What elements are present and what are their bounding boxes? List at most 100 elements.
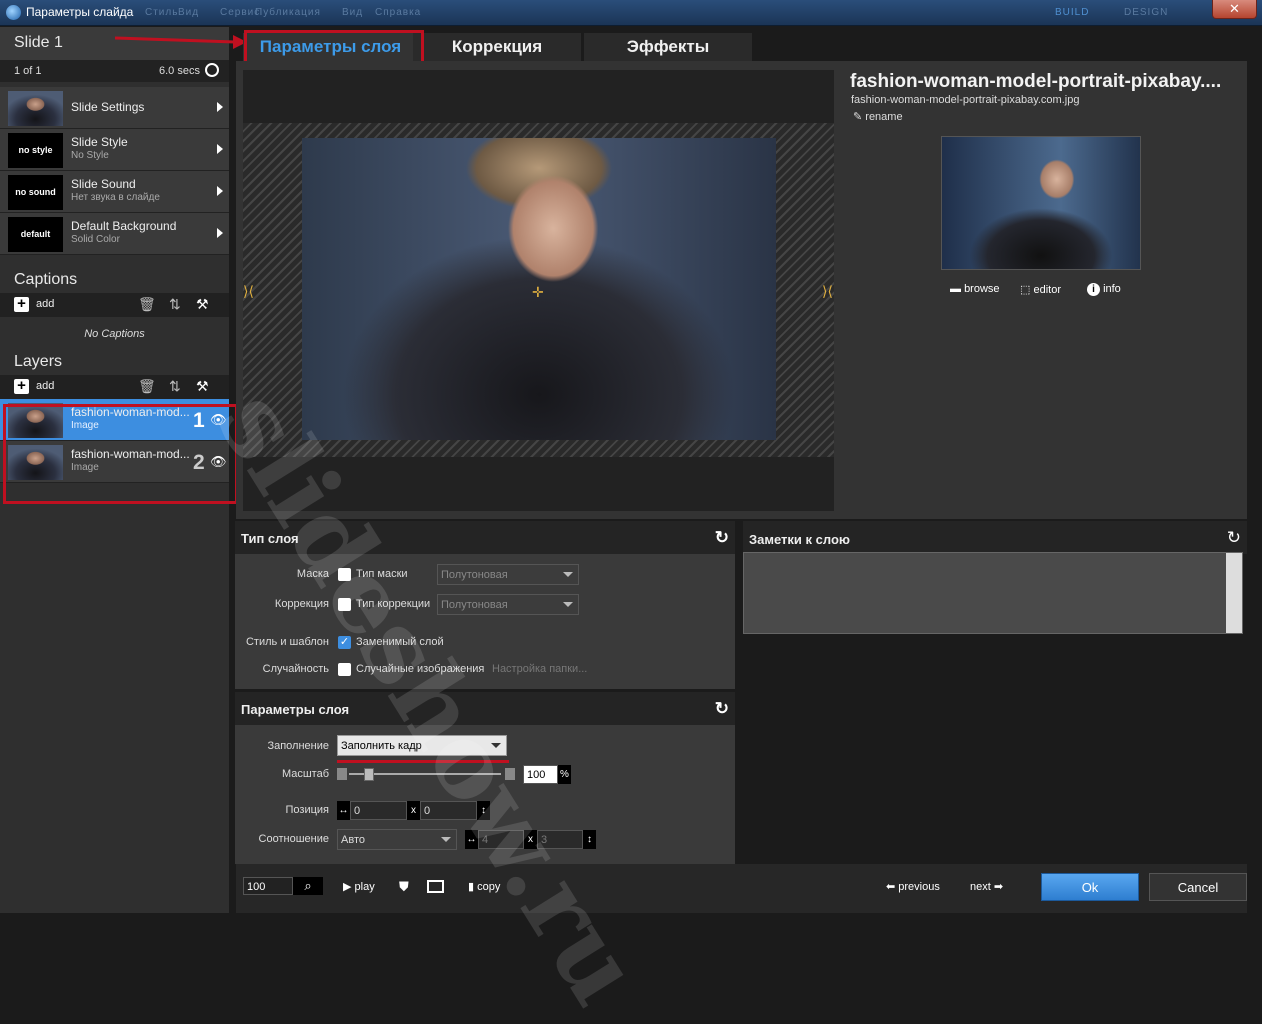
tools-icon[interactable]: ⚒ [196,296,209,313]
layers-add-button[interactable]: add [36,380,54,392]
slide-style-value: No Style [71,150,109,161]
next-button[interactable]: next ➡ [970,880,1003,893]
slide-info-bar: 1 of 1 6.0 secs [0,60,229,82]
annotation-arrow [115,35,247,49]
correction-type-dropdown[interactable]: Полутоновая [437,594,579,615]
layer-params-title: Параметры слоя [241,702,350,717]
trash-icon[interactable]: 🗑 [138,296,156,313]
style-thumbnail: no style [8,133,63,168]
pencil-icon: ✎ [853,111,863,123]
captions-toolbar: + add 🗑 ⇅ ⚒ [0,293,229,317]
notes-title: Заметки к слою [749,532,851,547]
captions-heading: Captions [0,263,229,293]
tab-effects[interactable]: Эффекты [584,33,752,61]
zoom-input[interactable]: 100 [243,877,293,895]
slide-sound-value: Нет звука в слайде [71,192,160,203]
slide-thumbnail [8,91,63,126]
editor-icon: ⬚ [1020,284,1031,296]
move-up-down-icon[interactable]: ⇅ [169,296,181,313]
play-icon: ▶ [343,881,352,893]
sound-thumbnail: no sound [8,175,63,210]
close-button[interactable]: ✕ [1212,0,1257,19]
bg-menu-2: Вид [178,7,200,18]
scale-label: Масштаб [281,768,329,780]
bookmark-icon[interactable]: ⛊ [399,879,409,895]
chevron-right-icon [217,102,223,112]
play-button[interactable]: ▶ play [343,880,375,893]
randomness-label: Случайность [262,663,329,675]
bg-menu-4: Публикация [255,7,321,18]
bg-menu-6: Справка [375,7,422,18]
folder-settings-link[interactable]: Настройка папки... [492,663,587,675]
mask-type-value: Полутоновая [441,569,508,581]
percent-unit: % [558,765,571,784]
rename-link[interactable]: ✎ rename [853,110,903,123]
layers-heading: Layers [0,351,229,375]
move-up-down-icon[interactable]: ⇅ [169,378,181,395]
default-background-value: Solid Color [71,234,120,245]
layers-toolbar: + add 🗑 ⇅ ⚒ [0,375,229,399]
slide-settings-row[interactable]: Slide Settings [0,87,229,129]
file-fullname: fashion-woman-model-portrait-pixabay.com… [851,94,1080,106]
editor-label: editor [1033,284,1061,296]
default-background-label: Default Background [71,219,177,233]
ok-button[interactable]: Ok [1041,873,1139,901]
ratio-dropdown[interactable]: Авто [337,829,457,850]
position-label: Позиция [285,804,330,816]
default-background-row[interactable]: default Default Background Solid Color [0,213,229,255]
correction-type-value: Полутоновая [441,599,508,611]
position-x-input[interactable]: 0 [350,801,407,820]
horizontal-arrows-icon: ↔ [337,801,350,820]
right-handle[interactable]: ⟩⟨ [822,283,833,300]
window-title: Параметры слайда [26,5,134,19]
trash-icon[interactable]: 🗑 [138,378,156,395]
background-thumbnail: default [8,217,63,252]
slide-sound-row[interactable]: no sound Slide Sound Нет звука в слайде [0,171,229,213]
tab-correction[interactable]: Коррекция [413,33,581,61]
notes-textarea[interactable] [743,552,1243,634]
chevron-right-icon [217,144,223,154]
cancel-button[interactable]: Cancel [1149,873,1247,901]
clock-icon [205,63,219,77]
reset-icon[interactable]: ↻ [715,528,729,548]
chevron-down-icon [563,602,573,607]
fill-label: Заполнение [267,740,329,752]
browse-button[interactable]: ▬ browse [950,283,1000,295]
bg-build: BUILD [1055,7,1090,18]
plus-icon[interactable]: + [14,296,29,312]
slider-thumb[interactable] [364,768,375,781]
window-icon[interactable] [427,880,444,893]
mask-type-dropdown[interactable]: Полутоновая [437,564,579,585]
slide-settings-label: Slide Settings [71,100,145,114]
title-bar: Параметры слайда Стиль Вид Сервис Публик… [0,0,1262,26]
no-captions-text: No Captions [84,328,145,340]
next-label: next [970,881,991,893]
layers-highlight-box [3,404,238,504]
left-handle[interactable]: ⟩⟨ [243,283,254,300]
bg-design: DESIGN [1124,7,1169,18]
slide-sound-label: Slide Sound [71,177,136,191]
reset-icon[interactable]: ↻ [715,699,729,719]
slide-duration: 6.0 secs [159,65,200,77]
slide-style-label: Slide Style [71,135,128,149]
layer-preview-thumbnail [941,136,1141,270]
bg-menu-1: Стиль [145,7,179,18]
ratio-label: Соотношение [258,833,329,845]
previous-label: previous [898,881,940,893]
notes-heading: Заметки к слою ↻ [743,521,1247,554]
slide-style-row[interactable]: no style Slide Style No Style [0,129,229,171]
captions-add-button[interactable]: add [36,298,54,310]
editor-button[interactable]: ⬚ editor [1020,283,1061,296]
notes-scrollbar[interactable] [1226,553,1242,633]
previous-button[interactable]: ⬅ previous [886,880,940,893]
search-icon[interactable]: ⌕ [293,877,323,895]
position-x-separator: x [407,801,420,820]
reset-icon[interactable]: ↻ [1227,528,1241,548]
ratio-value: Авто [341,834,365,846]
center-handle[interactable]: ✛ [532,284,544,301]
plus-icon[interactable]: + [14,378,29,394]
info-button[interactable]: i info [1087,283,1121,296]
chevron-right-icon [217,186,223,196]
arrow-right-icon: ➡ [993,881,1004,893]
tools-icon[interactable]: ⚒ [196,378,209,395]
